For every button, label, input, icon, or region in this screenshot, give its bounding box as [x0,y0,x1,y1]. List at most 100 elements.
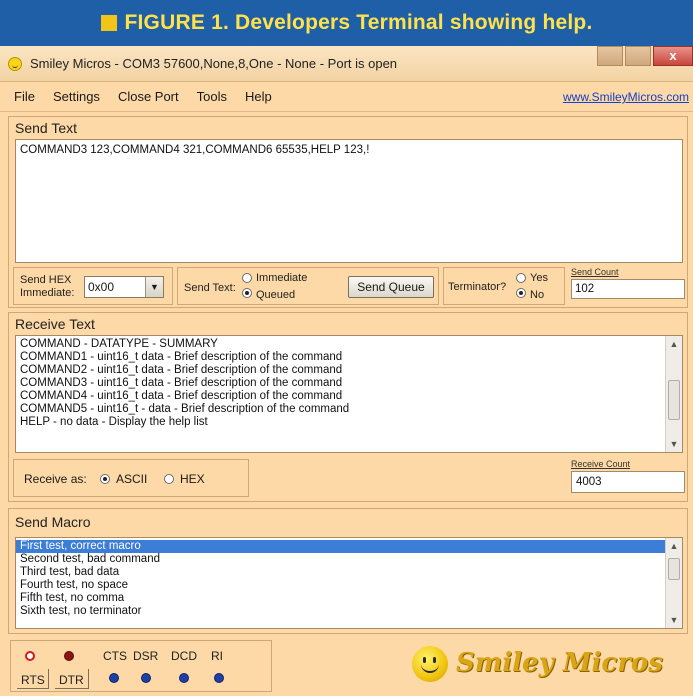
send-hex-box: Send HEX Immediate: 0x00 ▼ [13,267,173,305]
terminator-no-radio[interactable] [516,288,526,298]
terminator-label: Terminator? [448,281,507,293]
macro-list-item[interactable]: First test, correct macro [16,540,665,553]
rts-button[interactable]: RTS [17,669,49,689]
receive-count-value: 4003 [576,476,602,488]
send-count-field: 102 [571,279,685,299]
send-hex-select[interactable]: 0x00 ▼ [84,276,164,298]
receive-line: COMMAND2 - uint16_t data - Brief descrip… [20,364,343,376]
logo-eye [423,657,426,663]
receive-line: COMMAND1 - uint16_t data - Brief descrip… [20,351,343,363]
immediate-label: Immediate [256,272,308,284]
send-hex-label-2: Immediate: [20,287,75,299]
hex-radio[interactable] [164,474,174,484]
receive-scrollbar[interactable]: ▲ ▼ [665,336,682,452]
ri-label: RI [211,649,223,663]
send-hex-label: Send HEX [20,274,72,286]
ascii-label: ASCII [116,472,148,486]
rts-label: RTS [21,673,45,687]
receive-text-output[interactable]: COMMAND - DATATYPE - SUMMARY COMMAND1 - … [15,335,683,453]
send-text-content: COMMAND3 123,COMMAND4 321,COMMAND6 65535… [20,144,370,156]
rts-indicator-icon[interactable] [25,651,35,661]
receive-line: COMMAND - DATATYPE - SUMMARY [20,338,218,350]
macro-scrollbar[interactable]: ▲ ▼ [665,538,682,628]
macro-list-item[interactable]: Sixth test, no terminator [16,605,682,618]
receive-line: HELP - no data - Display the help list [20,416,208,428]
dtr-button[interactable]: DTR [55,669,89,689]
receive-line: COMMAND4 - uint16_t data - Brief descrip… [20,390,343,402]
queued-radio[interactable] [242,288,252,298]
close-button[interactable]: x [653,46,693,66]
send-macro-title: Send Macro [15,514,91,530]
scroll-down-icon[interactable]: ▼ [666,612,682,628]
send-text-group: Send Text COMMAND3 123,COMMAND4 321,COMM… [8,116,688,308]
caption-square-icon [100,15,117,31]
cts-indicator-icon [109,673,119,683]
scroll-up-icon[interactable]: ▲ [666,336,682,352]
receive-count-field: 4003 [571,471,685,493]
scroll-thumb[interactable] [668,558,680,580]
logo-eye [433,657,436,663]
terminator-box: Terminator? Yes No [443,267,565,305]
receive-line: COMMAND5 - uint16_t - data - Brief descr… [20,403,350,415]
scroll-up-icon[interactable]: ▲ [666,538,682,554]
dcd-label: DCD [171,649,197,663]
menu-settings[interactable]: Settings [53,89,100,104]
dsr-label: DSR [133,649,159,663]
send-text-title: Send Text [15,120,78,136]
menu-help[interactable]: Help [245,89,272,104]
smiley-micros-logo: Smiley Micros [412,640,663,688]
send-count-value: 102 [575,283,595,295]
window-title: Smiley Micros - COM3 57600,None,8,One - … [30,56,398,71]
menu-file[interactable]: File [14,89,35,104]
receive-line: COMMAND3 - uint16_t data - Brief descrip… [20,377,343,389]
modem-status-box: CTS DSR DCD RI RTS DTR [10,640,272,692]
immediate-radio[interactable] [242,273,252,283]
ri-indicator-icon [214,673,224,683]
receive-text-group: Receive Text COMMAND - DATATYPE - SUMMAR… [8,312,688,502]
menu-tools[interactable]: Tools [197,89,227,104]
ascii-radio[interactable] [100,474,110,484]
figure-caption: FIGURE 1. Developers Terminal showing he… [124,11,593,34]
cts-label: CTS [103,649,127,663]
send-mode-box: Send Text: Immediate Queued Send Queue [177,267,439,305]
receive-text-title: Receive Text [15,316,95,332]
chevron-down-icon: ▼ [145,277,163,297]
macro-list-item[interactable]: Second test, bad command [16,553,682,566]
macro-list-item[interactable]: Fifth test, no comma [16,592,682,605]
logo-mouth [421,664,439,673]
queued-label: Queued [256,289,296,301]
dsr-indicator-icon [141,673,151,683]
maximize-button[interactable] [625,46,651,66]
figure-caption-banner: FIGURE 1. Developers Terminal showing he… [0,0,693,46]
website-link[interactable]: www.SmileyMicros.com [563,90,689,104]
scroll-thumb[interactable] [668,380,680,420]
window-titlebar: Smiley Micros - COM3 57600,None,8,One - … [0,46,693,82]
send-text-mode-label: Send Text: [184,282,236,294]
dtr-indicator-icon[interactable] [64,651,74,661]
macro-list-item[interactable]: Third test, bad data [16,566,682,579]
smiley-face-icon [412,646,448,682]
smiley-app-icon [8,56,22,71]
macro-list-item[interactable]: Fourth test, no space [16,579,682,592]
dtr-label: DTR [59,673,84,687]
terminator-no-label: No [530,289,545,301]
receive-count-label: Receive Count [571,459,631,469]
macro-list[interactable]: First test, correct macro Second test, b… [15,537,683,629]
dcd-indicator-icon [179,673,189,683]
window-controls: x [595,46,693,66]
receive-as-label: Receive as: [24,472,87,486]
send-hex-value: 0x00 [88,280,115,294]
send-queue-button[interactable]: Send Queue [348,276,434,298]
menu-bar: File Settings Close Port Tools Help www.… [0,82,693,112]
logo-text: Smiley Micros [456,648,663,678]
minimize-button[interactable] [597,46,623,66]
send-count-label: Send Count [571,267,619,277]
hex-label: HEX [180,472,205,486]
terminator-yes-label: Yes [530,272,548,284]
receive-as-box: Receive as: ASCII HEX [13,459,249,497]
terminator-yes-radio[interactable] [516,273,526,283]
send-text-input[interactable]: COMMAND3 123,COMMAND4 321,COMMAND6 65535… [15,139,683,263]
menu-close-port[interactable]: Close Port [118,89,179,104]
send-macro-group: Send Macro First test, correct macro Sec… [8,508,688,634]
scroll-down-icon[interactable]: ▼ [666,436,682,452]
